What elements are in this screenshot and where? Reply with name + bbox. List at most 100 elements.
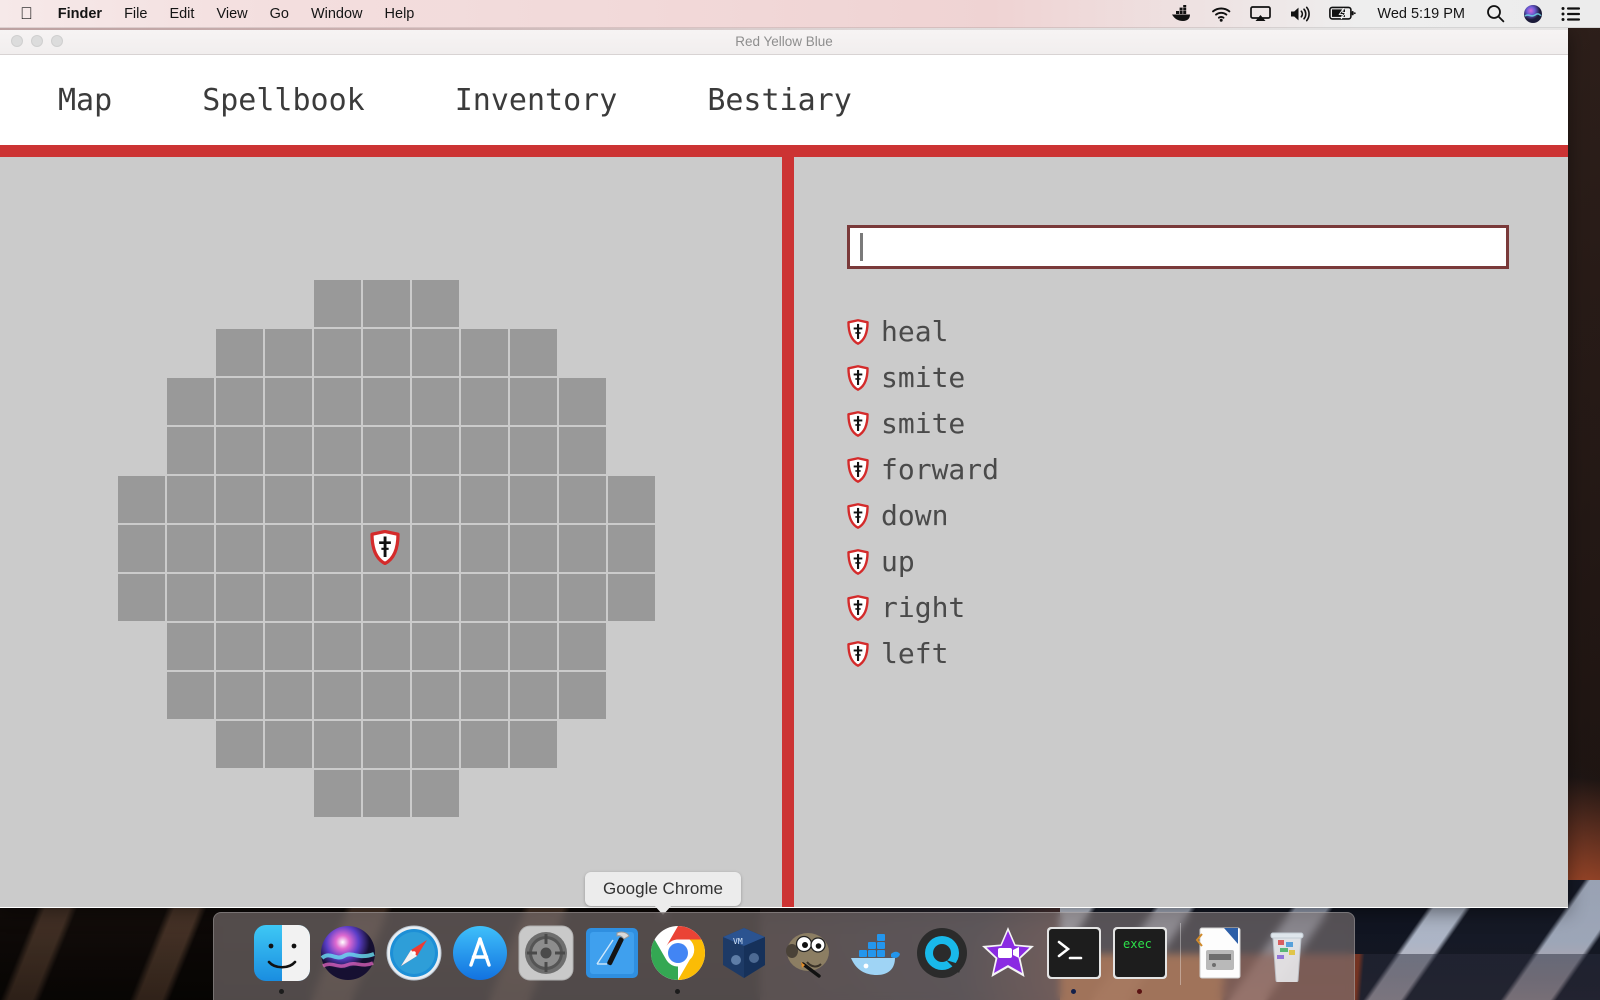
map-tile[interactable] [264, 720, 313, 769]
map-tile[interactable] [362, 720, 411, 769]
apple-logo-icon[interactable]:  [0, 5, 47, 22]
map-tile[interactable] [607, 475, 656, 524]
map-tile[interactable] [509, 622, 558, 671]
map-tile[interactable] [558, 573, 607, 622]
map-tile[interactable] [509, 475, 558, 524]
menu-item-view[interactable]: View [205, 0, 258, 28]
tab-bestiary[interactable]: Bestiary [707, 83, 852, 118]
spell-list-item[interactable]: left [847, 631, 1487, 677]
map-tile[interactable] [362, 279, 411, 328]
map-tile[interactable] [264, 377, 313, 426]
map-tile[interactable] [215, 524, 264, 573]
map-tile[interactable] [313, 671, 362, 720]
spell-input-field[interactable] [847, 225, 1509, 269]
menu-bar-clock[interactable]: Wed 5:19 PM [1365, 6, 1477, 22]
menu-item-go[interactable]: Go [259, 0, 300, 28]
map-tile[interactable] [558, 671, 607, 720]
map-tile[interactable] [460, 573, 509, 622]
map-tile[interactable] [411, 573, 460, 622]
map-tile[interactable] [607, 524, 656, 573]
map-tile[interactable] [166, 573, 215, 622]
notification-center-icon[interactable] [1552, 0, 1590, 28]
dock-item-finder[interactable] [249, 919, 315, 997]
map-tile[interactable] [264, 524, 313, 573]
map-tile[interactable] [509, 573, 558, 622]
map-tile[interactable] [215, 377, 264, 426]
map-tile[interactable] [362, 328, 411, 377]
airplay-icon[interactable] [1241, 0, 1280, 28]
map-tile[interactable] [558, 622, 607, 671]
dock-item-terminal[interactable] [1041, 919, 1107, 997]
map-tile[interactable] [215, 671, 264, 720]
map-tile[interactable] [264, 328, 313, 377]
map-tile[interactable] [362, 671, 411, 720]
dock-item-trash[interactable] [1254, 919, 1320, 997]
map-tile[interactable] [509, 426, 558, 475]
map-tile[interactable] [411, 524, 460, 573]
map-tile[interactable] [411, 279, 460, 328]
map-tile[interactable] [362, 475, 411, 524]
map-tile[interactable] [558, 377, 607, 426]
search-icon[interactable] [1477, 0, 1514, 28]
map-tile[interactable] [460, 720, 509, 769]
menu-item-file[interactable]: File [113, 0, 158, 28]
map-tile[interactable] [313, 720, 362, 769]
map-tile[interactable] [362, 377, 411, 426]
map-tile[interactable] [215, 573, 264, 622]
dock-item-quicktime[interactable] [909, 919, 975, 997]
menu-item-finder[interactable]: Finder [47, 0, 113, 28]
map-tile[interactable] [558, 426, 607, 475]
map-tile[interactable] [411, 720, 460, 769]
map-tile[interactable] [313, 328, 362, 377]
siri-icon[interactable] [1514, 0, 1552, 28]
map-tile[interactable] [411, 671, 460, 720]
map-tile[interactable] [411, 475, 460, 524]
map-tile[interactable] [264, 426, 313, 475]
dock-item-siri[interactable] [315, 919, 381, 997]
map-tile[interactable] [313, 279, 362, 328]
spell-list-item[interactable]: heal [847, 309, 1487, 355]
map-tile[interactable] [460, 475, 509, 524]
dock-item-system-preferences[interactable] [513, 919, 579, 997]
map-tile[interactable] [215, 475, 264, 524]
map-tile[interactable] [166, 426, 215, 475]
map-tile[interactable] [362, 573, 411, 622]
menu-item-window[interactable]: Window [300, 0, 374, 28]
map-tile[interactable] [166, 377, 215, 426]
dock-item-gimp[interactable] [777, 919, 843, 997]
map-grid[interactable] [117, 279, 656, 818]
tab-inventory[interactable]: Inventory [455, 83, 618, 118]
docker-icon[interactable] [1162, 0, 1202, 28]
map-tile[interactable] [460, 328, 509, 377]
map-tile[interactable] [411, 377, 460, 426]
map-tile[interactable] [362, 769, 411, 818]
map-tile[interactable] [411, 622, 460, 671]
map-tile[interactable] [558, 475, 607, 524]
spell-list-item[interactable]: smite [847, 355, 1487, 401]
map-tile-player[interactable] [362, 524, 411, 573]
map-tile[interactable] [117, 524, 166, 573]
map-tile[interactable] [215, 720, 264, 769]
spell-list-item[interactable]: smite [847, 401, 1487, 447]
map-tile[interactable] [313, 573, 362, 622]
wifi-icon[interactable] [1202, 0, 1241, 28]
map-tile[interactable] [509, 377, 558, 426]
tab-spellbook[interactable]: Spellbook [202, 83, 365, 118]
map-tile[interactable] [264, 573, 313, 622]
map-tile[interactable] [166, 622, 215, 671]
map-tile[interactable] [460, 622, 509, 671]
map-tile[interactable] [313, 524, 362, 573]
dock-item-app-store[interactable] [447, 919, 513, 997]
dock-item-imovie[interactable] [975, 919, 1041, 997]
map-tile[interactable] [362, 426, 411, 475]
map-tile[interactable] [607, 573, 656, 622]
menu-item-help[interactable]: Help [374, 0, 426, 28]
map-tile[interactable] [313, 377, 362, 426]
map-tile[interactable] [264, 671, 313, 720]
dock-item-docker[interactable] [843, 919, 909, 997]
map-tile[interactable] [460, 377, 509, 426]
spell-list-item[interactable]: right [847, 585, 1487, 631]
map-tile[interactable] [558, 524, 607, 573]
map-tile[interactable] [215, 622, 264, 671]
map-tile[interactable] [264, 475, 313, 524]
